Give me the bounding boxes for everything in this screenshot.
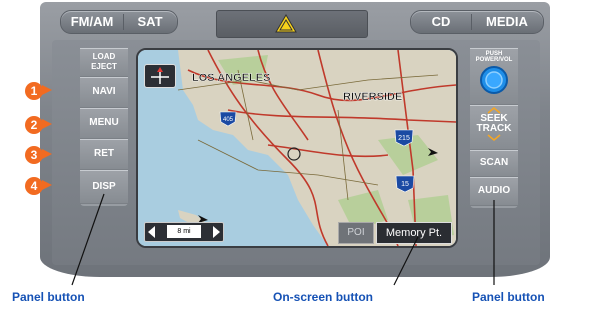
caption-panel-button-right: Panel button — [472, 290, 545, 304]
callout-lines — [71, 193, 495, 286]
caption-panel-button-left: Panel button — [12, 290, 85, 304]
caption-on-screen-button: On-screen button — [273, 290, 374, 304]
